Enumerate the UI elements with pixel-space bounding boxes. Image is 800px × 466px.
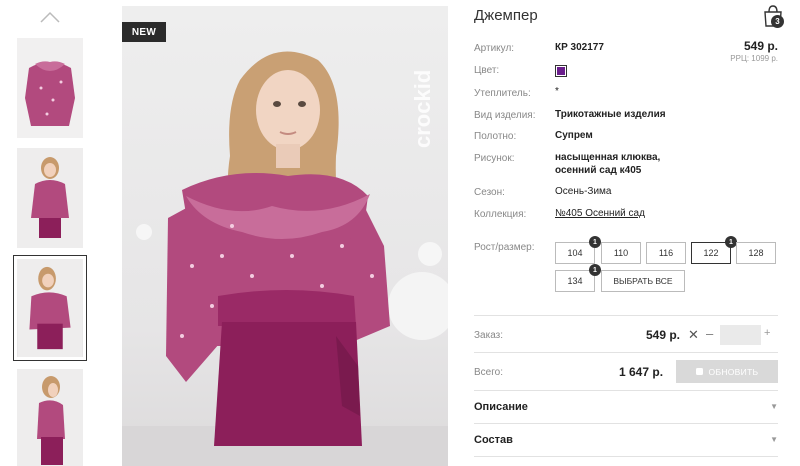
fabric-value: Супрем <box>555 130 593 141</box>
product-info-panel: Джемпер 3 Артикул: КР 302177 549 р. РРЦ:… <box>474 0 784 466</box>
remove-order-icon[interactable]: ✕ <box>688 327 699 343</box>
model-photo <box>122 51 448 466</box>
insulation-value: * <box>555 86 559 97</box>
color-swatch-fill <box>557 67 565 75</box>
svg-text:crockid: crockid <box>410 70 435 148</box>
collection-link[interactable]: №405 Осенний сад <box>555 207 645 221</box>
chevron-up-icon[interactable] <box>40 10 60 24</box>
product-title: Джемпер <box>474 7 538 24</box>
rrp-price: РРЦ: 1099 р. <box>730 54 778 63</box>
accordion-composition-title: Состав <box>474 434 513 446</box>
chevron-down-icon: ▼ <box>770 435 778 444</box>
divider <box>474 390 778 391</box>
article-value: КР 302177 <box>555 42 604 53</box>
total-label: Всего: <box>474 367 503 378</box>
cart-count-badge: 3 <box>771 15 784 28</box>
fabric-label: Полотно: <box>474 131 517 142</box>
accordion-description-title: Описание <box>474 401 528 413</box>
size-option-128[interactable]: 128 <box>736 242 776 264</box>
color-swatch[interactable] <box>555 65 567 77</box>
total-value: 1 647 р. <box>619 365 664 379</box>
refresh-button-label: ОБНОВИТЬ <box>708 366 759 377</box>
thumbnail-1[interactable] <box>17 38 83 138</box>
thumbnail-image <box>17 369 83 466</box>
brand-logo: crockid <box>410 70 435 148</box>
product-price: 549 р. <box>743 39 778 53</box>
pattern-value-line1: насыщенная клюква, <box>555 152 661 163</box>
new-badge: NEW <box>122 22 166 42</box>
size-option-110[interactable]: 110 <box>601 242 641 264</box>
insulation-label: Утеплитель: <box>474 88 531 99</box>
quantity-input[interactable] <box>720 325 761 345</box>
refresh-button[interactable]: ОБНОВИТЬ <box>676 360 778 383</box>
divider <box>474 456 778 457</box>
chevron-down-icon: ▼ <box>770 402 778 411</box>
item-type-value: Трикотажные изделия <box>555 109 666 120</box>
main-product-image[interactable]: crockid <box>122 6 448 466</box>
thumbnail-gallery <box>0 0 100 466</box>
quantity-increase-button[interactable]: + <box>764 327 770 339</box>
divider <box>474 315 778 316</box>
pattern-value-line2: осенний сад к405 <box>555 165 642 176</box>
refresh-dot-icon <box>695 368 703 375</box>
season-value: Осень-Зима <box>555 186 612 197</box>
thumbnail-image <box>17 259 83 357</box>
pattern-label: Рисунок: <box>474 153 515 164</box>
item-type-label: Вид изделия: <box>474 110 536 121</box>
thumbnail-image <box>17 148 83 248</box>
season-label: Сезон: <box>474 187 505 198</box>
size-label: Рост/размер: <box>474 242 535 253</box>
thumbnail-4[interactable] <box>17 369 83 466</box>
accordion-composition[interactable] <box>474 425 778 455</box>
divider <box>474 423 778 424</box>
divider <box>474 352 778 353</box>
order-price: 549 р. <box>646 328 681 342</box>
collection-label: Коллекция: <box>474 209 527 220</box>
size-104-count-badge: 1 <box>589 236 601 248</box>
article-label: Артикул: <box>474 43 515 54</box>
quantity-decrease-button[interactable]: – <box>706 326 713 341</box>
thumbnail-image <box>17 38 83 138</box>
order-label: Заказ: <box>474 330 504 341</box>
color-label: Цвет: <box>474 65 500 76</box>
thumbnail-2[interactable] <box>17 148 83 248</box>
select-all-sizes-button[interactable]: ВЫБРАТЬ ВСЕ <box>601 270 685 292</box>
thumbnail-3-selected[interactable] <box>13 255 87 361</box>
size-134-count-badge: 1 <box>589 264 601 276</box>
size-option-116[interactable]: 116 <box>646 242 686 264</box>
